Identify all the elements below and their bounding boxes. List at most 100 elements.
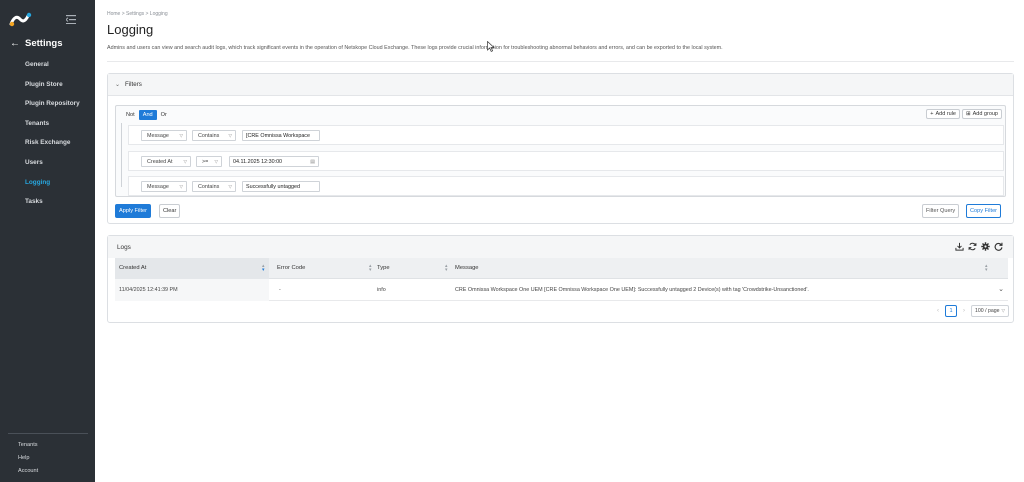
- page-size-select[interactable]: 100 / page ▽: [971, 305, 1009, 317]
- rule-value-input[interactable]: Successfully untagged: [242, 181, 320, 192]
- add-group-button[interactable]: ⊞ Add group: [962, 109, 1002, 119]
- title-divider: [107, 61, 1014, 62]
- chevron-down-icon: ⌄: [115, 82, 121, 88]
- sort-icon[interactable]: ▴ ▾: [445, 264, 448, 272]
- bottom-link-help[interactable]: Help: [18, 454, 38, 467]
- column-label: Message: [455, 265, 479, 271]
- breadcrumb[interactable]: Home > Settings > Logging: [107, 11, 168, 17]
- clear-filter-button[interactable]: Clear: [159, 204, 181, 218]
- filter-rule: Created At ▽ >= ▽ 04.11.2025 12:30:00 ▤: [128, 151, 1004, 171]
- add-rule-label: Add rule: [935, 111, 957, 117]
- filters-toggle[interactable]: ⌄ Filters: [108, 74, 1013, 96]
- logs-header: Logs: [108, 236, 1013, 258]
- rule-field-select[interactable]: Created At ▽: [141, 156, 191, 167]
- refresh-icon[interactable]: [994, 242, 1003, 251]
- rule-field-select[interactable]: Message ▽: [141, 181, 187, 192]
- apply-filter-button[interactable]: Apply Filter: [115, 204, 151, 218]
- download-icon[interactable]: [955, 242, 964, 251]
- rule-tree-line: [121, 123, 128, 187]
- rule-date-input[interactable]: 04.11.2025 12:30:00 ▤: [229, 156, 319, 167]
- sidebar-bottom-links: Tenants Help Account: [18, 441, 38, 479]
- netskope-logo-icon[interactable]: [9, 11, 33, 27]
- pagination: ‹ 1 › 100 / page ▽: [937, 305, 1009, 317]
- back-arrow-icon: ←: [10, 37, 20, 49]
- sort-icon[interactable]: ▴ ▾: [985, 264, 988, 272]
- rule-field-value: Message: [147, 132, 169, 139]
- next-page-icon[interactable]: ›: [963, 308, 965, 314]
- filter-rule: Message ▽ Contains ▽ [CRE Omnissa Worksp…: [128, 125, 1004, 145]
- calendar-icon[interactable]: ▤: [310, 159, 315, 165]
- caret-down-icon: ▽: [179, 132, 183, 138]
- column-created-at[interactable]: Created At ▴ ▾: [115, 258, 269, 279]
- rule-operator-select[interactable]: Contains ▽: [192, 181, 236, 192]
- cell-error-code: -: [279, 287, 281, 293]
- sidebar-item-logging[interactable]: Logging: [0, 176, 95, 196]
- add-group-label: Add group: [972, 111, 998, 117]
- page-title: Logging: [107, 22, 154, 37]
- filter-query-button[interactable]: Filter Query: [922, 204, 960, 218]
- caret-down-icon: ▽: [179, 183, 183, 189]
- add-rule-button[interactable]: + Add rule: [926, 109, 960, 119]
- page-size-value: 100 / page: [975, 308, 1000, 314]
- sidebar-divider: [8, 433, 88, 434]
- plus-icon: +: [930, 111, 934, 117]
- table-row[interactable]: 11/04/2025 12:41:39 PM - info CRE Omniss…: [115, 279, 1008, 301]
- rule-date-value: 04.11.2025 12:30:00: [233, 158, 283, 165]
- sort-icon[interactable]: ▴ ▾: [262, 264, 265, 272]
- sidebar-item-users[interactable]: Users: [0, 156, 95, 176]
- filters-panel: ⌄ Filters Not And Or + Add rule ⊞ Add gr…: [107, 73, 1014, 224]
- column-error-code[interactable]: Error Code ▴ ▾: [277, 258, 377, 279]
- column-label: Type: [377, 265, 390, 271]
- cell-message: CRE Omnissa Workspace One UEM [CRE Omnis…: [455, 287, 809, 293]
- cell-type: info: [377, 287, 386, 293]
- sidebar-item-risk-exchange[interactable]: Risk Exchange: [0, 136, 95, 156]
- query-builder-actions: + Add rule ⊞ Add group: [926, 109, 1002, 119]
- caret-down-icon: ▽: [228, 183, 232, 189]
- sidebar-nav: General Plugin Store Plugin Repository T…: [0, 58, 95, 215]
- column-type[interactable]: Type ▴ ▾: [377, 258, 455, 279]
- sync-icon[interactable]: [968, 242, 977, 251]
- page-description: Admins and users can view and search aud…: [107, 45, 723, 51]
- logs-panel: Logs Created At ▴ ▾ Error Code ▴ ▾ Type …: [107, 235, 1014, 323]
- conjunction-or[interactable]: Or: [157, 110, 171, 120]
- cell-created-at: 11/04/2025 12:41:39 PM: [115, 279, 269, 301]
- bottom-link-tenants[interactable]: Tenants: [18, 441, 38, 454]
- sidebar-item-plugin-store[interactable]: Plugin Store: [0, 78, 95, 98]
- copy-filter-button[interactable]: Copy Filter: [966, 204, 1002, 218]
- rule-value-input[interactable]: [CRE Omnissa Workspace: [242, 130, 320, 141]
- caret-down-icon: ▽: [1001, 308, 1005, 313]
- rule-operator-value: Contains: [198, 183, 220, 190]
- menu-collapse-icon[interactable]: [66, 15, 76, 24]
- logs-toolbar: [955, 242, 1003, 251]
- add-group-icon: ⊞: [966, 111, 971, 117]
- settings-title: Settings: [25, 38, 63, 49]
- prev-page-icon[interactable]: ‹: [937, 308, 939, 314]
- page-number-current[interactable]: 1: [945, 305, 957, 317]
- conjunction-and[interactable]: And: [138, 110, 157, 120]
- caret-down-icon: ▽: [214, 158, 218, 164]
- expand-row-icon[interactable]: ⌄: [998, 279, 1004, 301]
- column-label: Created At: [119, 265, 147, 271]
- back-to-settings[interactable]: ← Settings: [10, 38, 62, 49]
- rule-operator-select[interactable]: >= ▽: [196, 156, 222, 167]
- rule-operator-value: >=: [202, 158, 209, 165]
- rule-field-select[interactable]: Message ▽: [141, 130, 187, 141]
- sidebar-item-plugin-repository[interactable]: Plugin Repository: [0, 97, 95, 117]
- gear-icon[interactable]: [981, 242, 990, 251]
- sidebar-item-tenants[interactable]: Tenants: [0, 117, 95, 137]
- filters-title: Filters: [125, 81, 142, 88]
- filter-rule: Message ▽ Contains ▽ Successfully untagg…: [128, 176, 1004, 196]
- sidebar-item-tasks[interactable]: Tasks: [0, 195, 95, 215]
- caret-down-icon: ▽: [228, 132, 232, 138]
- caret-down-icon: ▽: [183, 158, 187, 164]
- bottom-link-account[interactable]: Account: [18, 467, 38, 480]
- rule-field-value: Message: [147, 183, 169, 190]
- conjunction-not[interactable]: Not: [122, 110, 139, 120]
- query-builder: Not And Or + Add rule ⊞ Add group Messag…: [115, 105, 1006, 197]
- sort-icon[interactable]: ▴ ▾: [369, 264, 372, 272]
- column-message[interactable]: Message ▴ ▾: [455, 258, 995, 279]
- rule-operator-select[interactable]: Contains ▽: [192, 130, 236, 141]
- sidebar-item-general[interactable]: General: [0, 58, 95, 78]
- logs-title: Logs: [117, 243, 131, 251]
- conjunction-group: Not And Or: [122, 110, 171, 120]
